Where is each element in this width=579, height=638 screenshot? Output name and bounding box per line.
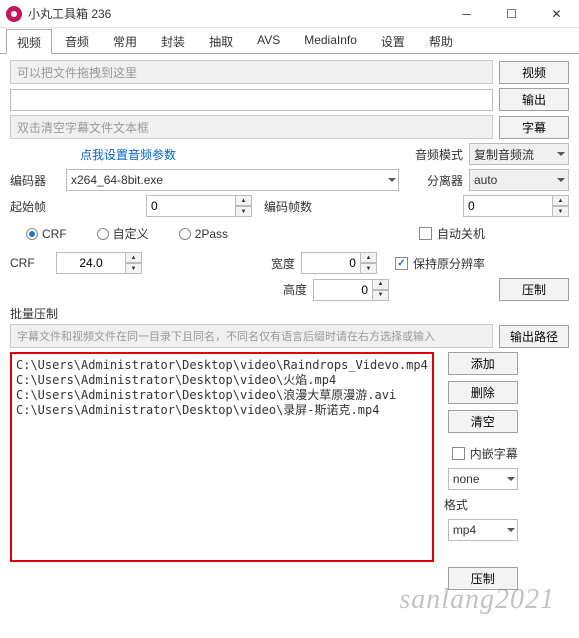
sub-lang-combo[interactable]: none <box>448 468 518 490</box>
keep-res-checkbox[interactable]: 保持原分辨率 <box>395 255 485 272</box>
tab-抽取[interactable]: 抽取 <box>198 28 244 53</box>
encode-frames-label: 编码帧数 <box>264 198 312 215</box>
video-button[interactable]: 视频 <box>499 61 569 84</box>
spin-up-icon[interactable]: ▲ <box>552 195 569 206</box>
auto-shutdown-checkbox[interactable]: 自动关机 <box>419 225 485 242</box>
width-spinner[interactable]: ▲▼ <box>301 252 377 274</box>
format-combo[interactable]: mp4 <box>448 519 518 541</box>
chevron-down-icon <box>557 152 565 156</box>
spin-up-icon[interactable]: ▲ <box>125 252 142 263</box>
batch-hint[interactable]: 字幕文件和视频文件在同一目录下且同名，不同名仅有语言后缀时请在右方选择或输入 <box>10 324 493 348</box>
format-label: 格式 <box>444 496 468 513</box>
minimize-button[interactable]: ─ <box>444 0 489 28</box>
encoder-combo[interactable]: x264_64-8bit.exe <box>66 169 399 191</box>
tab-帮助[interactable]: 帮助 <box>418 28 464 53</box>
tab-常用[interactable]: 常用 <box>102 28 148 53</box>
add-button[interactable]: 添加 <box>448 352 518 375</box>
width-label: 宽度 <box>271 255 295 272</box>
file-item[interactable]: C:\Users\Administrator\Desktop\video\火焰.… <box>16 373 428 388</box>
spin-down-icon[interactable]: ▼ <box>360 263 377 274</box>
audio-mode-combo[interactable]: 复制音频流 <box>469 143 569 165</box>
titlebar: 小丸工具箱 236 ─ ☐ ✕ <box>0 0 579 28</box>
crf-radio[interactable]: CRF <box>26 227 67 241</box>
spin-down-icon[interactable]: ▼ <box>552 206 569 217</box>
crf-label: CRF <box>10 256 50 270</box>
embed-sub-checkbox[interactable]: 内嵌字幕 <box>452 445 518 462</box>
encoder-label: 编码器 <box>10 172 60 189</box>
delete-button[interactable]: 删除 <box>448 381 518 404</box>
spin-up-icon[interactable]: ▲ <box>360 252 377 263</box>
file-item[interactable]: C:\Users\Administrator\Desktop\video\Rai… <box>16 358 428 373</box>
start-frame-label: 起始帧 <box>10 198 60 215</box>
subtitle-button[interactable]: 字幕 <box>499 116 569 139</box>
output-path-field[interactable] <box>10 89 493 111</box>
tab-AVS[interactable]: AVS <box>246 28 291 53</box>
batch-title: 批量压制 <box>10 305 569 322</box>
chevron-down-icon <box>507 528 515 532</box>
demuxer-label: 分离器 <box>427 172 463 189</box>
spin-up-icon[interactable]: ▲ <box>372 279 389 290</box>
tab-bar: 视频音频常用封装抽取AVSMediaInfo设置帮助 <box>0 28 579 54</box>
maximize-button[interactable]: ☐ <box>489 0 534 28</box>
height-label: 高度 <box>283 281 307 298</box>
chevron-down-icon <box>388 178 396 182</box>
subtitle-drop-area[interactable]: 双击清空字幕文件文本框 <box>10 115 493 139</box>
output-path-button[interactable]: 输出路径 <box>499 325 569 348</box>
file-item[interactable]: C:\Users\Administrator\Desktop\video\浪漫大… <box>16 388 428 403</box>
tab-MediaInfo[interactable]: MediaInfo <box>293 28 368 53</box>
batch-compress-button[interactable]: 压制 <box>448 567 518 590</box>
audio-mode-label: 音频模式 <box>415 146 463 163</box>
video-drop-area[interactable]: 可以把文件拖拽到这里 <box>10 60 493 84</box>
chevron-down-icon <box>507 477 515 481</box>
encode-frames-spinner[interactable]: ▲▼ <box>463 195 569 217</box>
file-list[interactable]: C:\Users\Administrator\Desktop\video\Rai… <box>10 352 434 562</box>
close-button[interactable]: ✕ <box>534 0 579 28</box>
twopass-radio[interactable]: 2Pass <box>179 227 228 241</box>
tab-视频[interactable]: 视频 <box>6 29 52 54</box>
audio-param-link[interactable]: 点我设置音频参数 <box>80 146 176 163</box>
compress-button[interactable]: 压制 <box>499 278 569 301</box>
tab-封装[interactable]: 封装 <box>150 28 196 53</box>
file-item[interactable]: C:\Users\Administrator\Desktop\video\录屏-… <box>16 403 428 418</box>
tab-音频[interactable]: 音频 <box>54 28 100 53</box>
app-icon <box>6 6 22 22</box>
spin-down-icon[interactable]: ▼ <box>125 263 142 274</box>
spin-down-icon[interactable]: ▼ <box>235 206 252 217</box>
demuxer-combo[interactable]: auto <box>469 169 569 191</box>
chevron-down-icon <box>557 178 565 182</box>
tab-设置[interactable]: 设置 <box>370 28 416 53</box>
spin-down-icon[interactable]: ▼ <box>372 290 389 301</box>
spin-up-icon[interactable]: ▲ <box>235 195 252 206</box>
height-spinner[interactable]: ▲▼ <box>313 279 389 301</box>
window-title: 小丸工具箱 236 <box>28 5 444 22</box>
output-button[interactable]: 输出 <box>499 88 569 111</box>
start-frame-spinner[interactable]: ▲▼ <box>146 195 252 217</box>
clear-button[interactable]: 清空 <box>448 410 518 433</box>
crf-spinner[interactable]: ▲▼ <box>56 252 142 274</box>
custom-radio[interactable]: 自定义 <box>97 225 149 242</box>
